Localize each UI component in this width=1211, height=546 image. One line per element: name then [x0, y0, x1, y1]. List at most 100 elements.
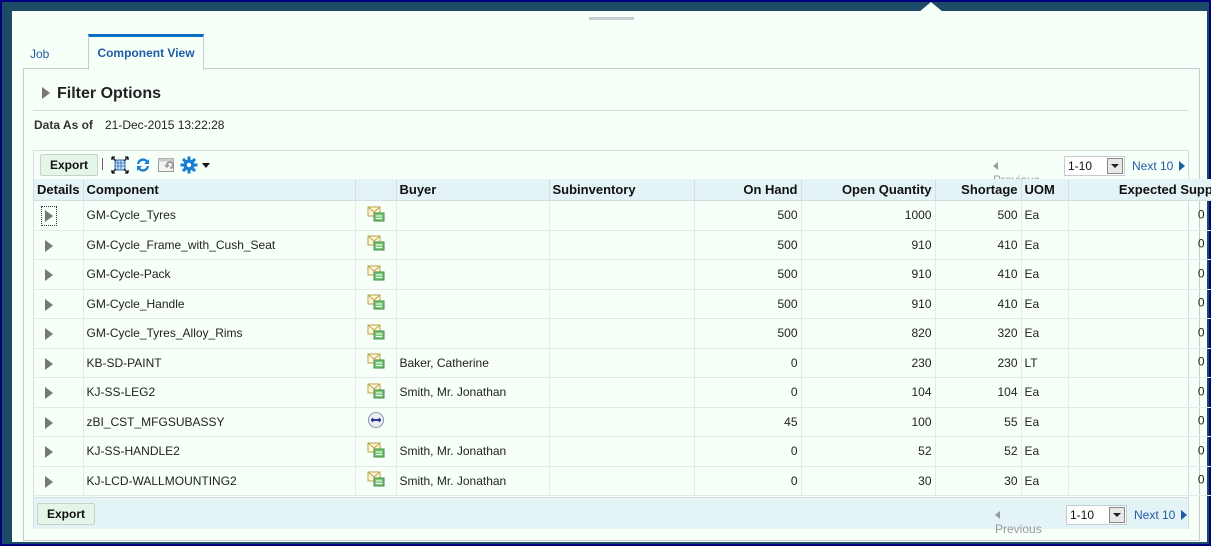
- expected-supplies-cell: 0: [1068, 318, 1211, 349]
- details-cell: [34, 289, 84, 319]
- on-hand-cell: 0: [694, 348, 802, 378]
- expected-supplies-value: 0: [1197, 472, 1205, 487]
- action-cell: [355, 466, 397, 496]
- expand-row-icon[interactable]: [45, 475, 53, 488]
- purchase-icon[interactable]: [367, 383, 385, 402]
- table-row[interactable]: GM-Cycle_Handle 500 910 410 Ea 0: [34, 289, 1211, 319]
- buyer-cell: [396, 318, 550, 349]
- buyer-cell: Smith, Mr. Jonathan: [396, 436, 550, 467]
- purchase-icon[interactable]: [367, 324, 385, 343]
- expand-row-icon[interactable]: [45, 387, 53, 400]
- shortage-cell: 104: [935, 377, 1022, 408]
- col-header-expected-supplies[interactable]: Expected Supplies: [1068, 179, 1211, 201]
- subinventory-cell: [549, 407, 695, 437]
- component-cell: GM-Cycle_Tyres_Alloy_Rims: [83, 318, 356, 349]
- col-header-details[interactable]: Details: [34, 179, 84, 201]
- details-cell: [34, 436, 84, 467]
- resize-grip[interactable]: [589, 17, 634, 20]
- action-cell: [355, 436, 397, 467]
- expected-supplies-value: 0: [1197, 443, 1205, 458]
- shortage-cell: 410: [935, 230, 1022, 260]
- shortage-cell: 320: [935, 318, 1022, 349]
- expand-row-icon[interactable]: [45, 416, 53, 429]
- component-cell: GM-Cycle_Frame_with_Cush_Seat: [83, 230, 356, 260]
- gear-icon[interactable]: [180, 156, 198, 174]
- col-header-uom[interactable]: UOM: [1021, 179, 1069, 201]
- purchase-icon[interactable]: [367, 235, 385, 254]
- uom-cell: Ea: [1021, 289, 1069, 319]
- subinventory-cell: [549, 348, 695, 378]
- table-row[interactable]: zBI_CST_MFGSUBASSY 45 100 55 Ea 0: [34, 407, 1211, 437]
- filter-options-toggle[interactable]: Filter Options: [42, 85, 161, 103]
- subinventory-cell: [549, 230, 695, 260]
- table-row[interactable]: GM-Cycle_Tyres_Alloy_Rims 500 820 320 Ea 0: [34, 318, 1211, 349]
- caret-down-icon[interactable]: [200, 156, 212, 174]
- tab-component-view[interactable]: Component View: [88, 34, 204, 70]
- range-select[interactable]: 1-10: [1064, 156, 1125, 176]
- on-hand-cell: 500: [694, 200, 802, 231]
- open-quantity-cell: 820: [801, 318, 936, 349]
- export-button-bottom[interactable]: Export: [37, 503, 96, 525]
- on-hand-cell: 500: [694, 230, 802, 260]
- make-icon[interactable]: [367, 411, 385, 432]
- table-row[interactable]: GM-Cycle_Tyres 500 1000 500 Ea 0: [34, 200, 1211, 231]
- shortage-cell: 30: [935, 466, 1022, 496]
- expand-row-icon[interactable]: [45, 239, 53, 252]
- action-cell: [355, 200, 397, 231]
- expand-triangle-icon: [42, 87, 50, 99]
- purchase-icon[interactable]: [367, 471, 385, 490]
- col-header-open-quantity[interactable]: Open Quantity: [801, 179, 936, 201]
- expand-row-icon[interactable]: [45, 357, 53, 370]
- col-header-buyer[interactable]: Buyer: [396, 179, 550, 201]
- buyer-cell: [396, 230, 550, 260]
- buyer-cell: Smith, Mr. Jonathan: [396, 377, 550, 408]
- detach-icon[interactable]: [111, 156, 129, 174]
- expected-supplies-cell: 0: [1068, 436, 1211, 467]
- uom-cell: Ea: [1021, 436, 1069, 467]
- details-cell: [34, 466, 84, 496]
- refresh-icon[interactable]: [134, 156, 152, 174]
- action-cell: [355, 348, 397, 378]
- purchase-icon[interactable]: [367, 442, 385, 461]
- dropdown-arrow-icon[interactable]: [1109, 507, 1125, 523]
- table-row[interactable]: GM-Cycle-Pack 500 910 410 Ea 0: [34, 259, 1211, 290]
- expand-row-icon[interactable]: [45, 328, 53, 341]
- expected-supplies-value: 0: [1197, 413, 1205, 428]
- purchase-icon[interactable]: [367, 265, 385, 284]
- purchase-icon[interactable]: [367, 206, 385, 225]
- uom-cell: Ea: [1021, 318, 1069, 349]
- purchase-icon[interactable]: [367, 294, 385, 313]
- component-cell: GM-Cycle_Handle: [83, 289, 356, 319]
- table-row[interactable]: KJ-SS-LEG2 Smith, Mr. Jonathan 0 104 104 Ea 0: [34, 377, 1211, 408]
- buyer-cell: [396, 200, 550, 231]
- col-header-component[interactable]: Component: [83, 179, 356, 201]
- expand-row-icon[interactable]: [41, 206, 57, 227]
- dropdown-arrow-icon[interactable]: [1107, 158, 1123, 174]
- range-select-value-bottom: 1-10: [1070, 508, 1095, 522]
- next-link-bottom[interactable]: Next 10: [1134, 508, 1187, 522]
- table-row[interactable]: GM-Cycle_Frame_with_Cush_Seat 500 910 410 Ea…: [34, 230, 1211, 260]
- table-row[interactable]: KJ-SS-HANDLE2 Smith, Mr. Jonathan 0 52 52 Ea 0: [34, 436, 1211, 467]
- table-row[interactable]: KB-SD-PAINT Baker, Catherine 0 230 230 LT 0: [34, 348, 1211, 378]
- expand-row-icon[interactable]: [45, 269, 53, 282]
- component-cell: KJ-LCD-WALLMOUNTING2: [83, 466, 356, 496]
- expand-row-icon[interactable]: [45, 446, 53, 459]
- col-header-on-hand[interactable]: On Hand: [694, 179, 802, 201]
- purchase-icon[interactable]: [367, 353, 385, 372]
- component-cell: GM-Cycle-Pack: [83, 259, 356, 290]
- on-hand-cell: 0: [694, 436, 802, 467]
- table-footer: Export Previous 1-10 Next 10: [34, 497, 1188, 536]
- col-header-subinventory[interactable]: Subinventory: [549, 179, 695, 201]
- shortage-cell: 55: [935, 407, 1022, 437]
- expand-row-icon[interactable]: [45, 298, 53, 311]
- open-quantity-cell: 1000: [801, 200, 936, 231]
- reset-icon[interactable]: [157, 156, 175, 174]
- col-header-shortage[interactable]: Shortage: [935, 179, 1022, 201]
- table-row[interactable]: KJ-LCD-WALLMOUNTING2 Smith, Mr. Jonathan 0…: [34, 466, 1211, 496]
- previous-link-bottom[interactable]: Previous: [995, 508, 1042, 536]
- expected-supplies-cell: 0: [1068, 466, 1211, 496]
- range-select-bottom[interactable]: 1-10: [1066, 505, 1127, 525]
- tab-job-view[interactable]: Job View: [30, 34, 56, 101]
- export-button[interactable]: Export: [40, 154, 99, 176]
- next-link[interactable]: Next 10: [1132, 159, 1185, 173]
